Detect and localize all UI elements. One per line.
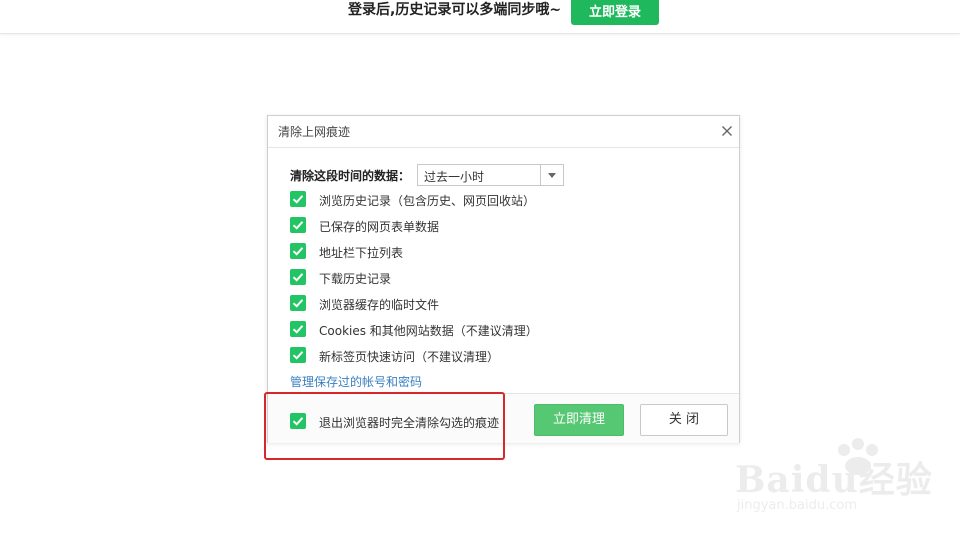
option-label: Cookies 和其他网站数据（不建议清理） xyxy=(319,324,538,338)
baidu-jingyan-watermark: Baidu经验 jingyan.baidu.com xyxy=(735,436,945,526)
watermark-text: Baidu经验 xyxy=(735,459,933,501)
time-range-label: 清除这段时间的数据： xyxy=(290,169,411,183)
option-label: 浏览历史记录（包含历史、网页回收站） xyxy=(319,194,536,208)
manage-saved-accounts-link[interactable]: 管理保存过的帐号和密码 xyxy=(290,373,422,390)
time-range-value: 过去一小时 xyxy=(424,170,485,184)
clear-now-button[interactable]: 立即清理 xyxy=(534,404,624,436)
login-now-button[interactable]: 立即登录 xyxy=(571,0,659,25)
option-label: 下载历史记录 xyxy=(319,272,392,286)
option-label: 新标签页快速访问（不建议清理） xyxy=(319,350,500,364)
close-button[interactable]: 关 闭 xyxy=(640,404,728,436)
time-range-select[interactable]: 过去一小时 xyxy=(417,164,564,186)
checkbox-checked-icon[interactable] xyxy=(290,217,306,233)
dropdown-toggle[interactable] xyxy=(540,165,563,185)
checkbox-checked-icon[interactable] xyxy=(290,295,306,311)
login-banner: 登录后,历史记录可以多端同步哦~ 立即登录 xyxy=(0,0,960,34)
dialog-title: 清除上网痕迹 xyxy=(278,125,351,139)
checkbox-checked-icon[interactable] xyxy=(290,347,306,363)
chevron-down-icon xyxy=(548,173,556,178)
option-label: 已保存的网页表单数据 xyxy=(319,220,440,234)
checkbox-checked-icon[interactable] xyxy=(290,191,306,207)
checkbox-checked-icon[interactable] xyxy=(290,321,306,337)
login-sync-message: 登录后,历史记录可以多端同步哦~ xyxy=(348,2,562,18)
close-icon[interactable] xyxy=(719,123,735,139)
option-label: 浏览器缓存的临时文件 xyxy=(319,298,440,312)
option-label: 地址栏下拉列表 xyxy=(319,246,404,260)
checkbox-checked-icon[interactable] xyxy=(290,269,306,285)
highlight-annotation xyxy=(264,392,505,460)
checkbox-checked-icon[interactable] xyxy=(290,243,306,259)
watermark-url: jingyan.baidu.com xyxy=(737,498,857,513)
dialog-header: 清除上网痕迹 xyxy=(268,116,739,148)
